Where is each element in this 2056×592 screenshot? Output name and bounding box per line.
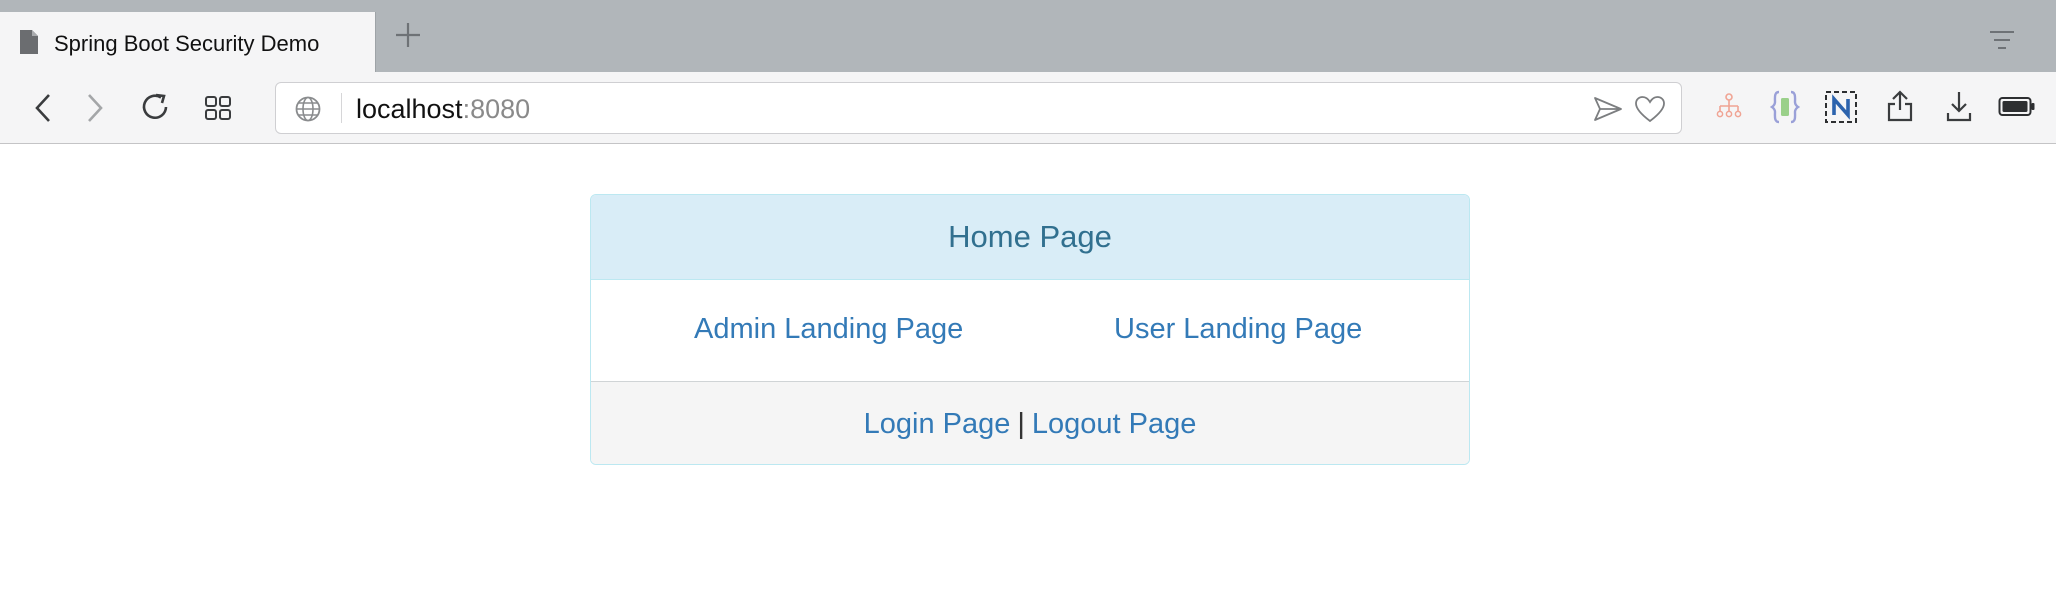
plus-icon[interactable]: [393, 20, 423, 50]
grid-icon[interactable]: [204, 95, 232, 126]
url-port: :8080: [462, 94, 531, 124]
link-separator: |: [1017, 407, 1025, 440]
reload-icon[interactable]: [139, 91, 171, 128]
n-extension-icon[interactable]: [1824, 90, 1858, 129]
logout-link[interactable]: Logout Page: [1032, 408, 1196, 441]
browser-toolbar: localhost:8080: [0, 72, 2056, 144]
address-divider: [341, 93, 342, 123]
page-title: Home Page: [948, 219, 1112, 254]
login-link[interactable]: Login Page: [864, 408, 1011, 441]
address-bar[interactable]: localhost:8080: [275, 82, 1682, 134]
tab-title: Spring Boot Security Demo: [54, 31, 320, 56]
admin-landing-link[interactable]: Admin Landing Page: [694, 313, 963, 346]
tab-strip: Spring Boot Security Demo: [0, 0, 2056, 72]
user-landing-link[interactable]: User Landing Page: [1114, 313, 1362, 346]
heart-icon[interactable]: [1634, 95, 1666, 128]
tab-overview-icon[interactable]: [1988, 28, 2016, 54]
browser-tab[interactable]: Spring Boot Security Demo: [0, 12, 376, 72]
back-icon[interactable]: [32, 92, 54, 129]
home-panel: Home Page Admin Landing Page User Landin…: [590, 194, 1470, 465]
send-icon[interactable]: [1593, 95, 1623, 128]
panel-heading: Home Page: [591, 195, 1469, 280]
globe-icon: [294, 95, 322, 128]
json-extension-icon[interactable]: [1769, 90, 1801, 129]
download-icon[interactable]: [1944, 89, 1974, 128]
share-icon[interactable]: [1885, 89, 1915, 128]
panel-footer: Login Page | Logout Page: [591, 382, 1469, 464]
url-text[interactable]: localhost:8080: [356, 94, 530, 125]
document-icon: [18, 29, 40, 60]
panel-body: Admin Landing Page User Landing Page: [591, 280, 1469, 382]
url-host: localhost: [356, 94, 463, 124]
forward-icon[interactable]: [84, 92, 106, 129]
battery-icon: [1998, 96, 2036, 123]
sitemap-extension-icon[interactable]: [1716, 92, 1742, 127]
